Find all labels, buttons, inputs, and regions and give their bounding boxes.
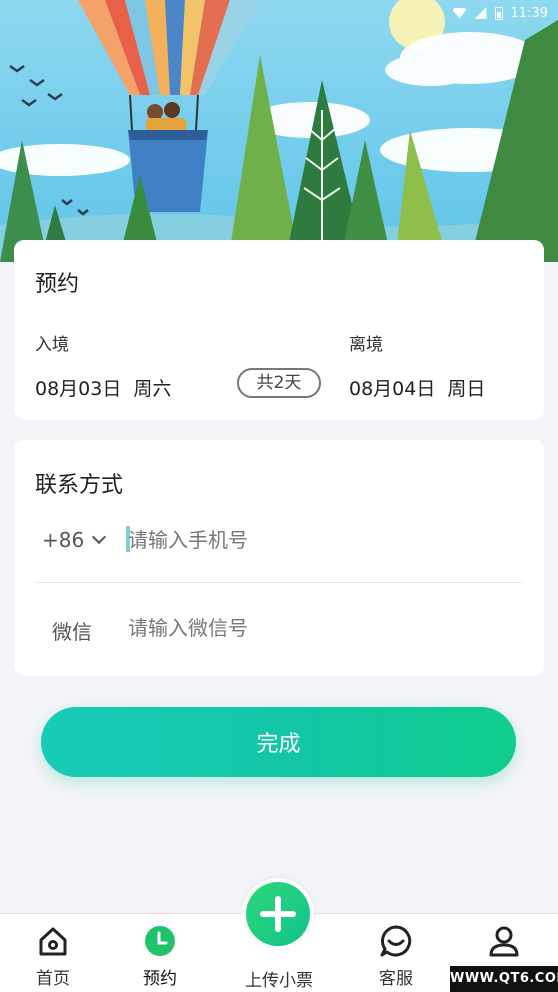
status-bar: 11:39 bbox=[0, 0, 558, 26]
nights-badge: 共2天 bbox=[237, 368, 321, 398]
home-icon bbox=[36, 924, 70, 962]
tab-customer-service[interactable]: 客服 bbox=[351, 914, 441, 992]
tab-booking[interactable]: 预约 bbox=[115, 914, 205, 992]
wechat-input[interactable] bbox=[128, 610, 508, 646]
watermark: WWW.QT6.COM bbox=[450, 966, 558, 992]
phone-input[interactable] bbox=[128, 522, 508, 558]
tab-label-service: 客服 bbox=[379, 969, 413, 989]
status-time: 11:39 bbox=[510, 5, 548, 21]
chat-icon bbox=[379, 924, 413, 962]
chevron-down-icon bbox=[92, 529, 107, 545]
divider bbox=[35, 582, 523, 583]
contact-card: 联系方式 +86 微信 bbox=[14, 440, 544, 676]
checkin-date[interactable]: 08月03日 周六 bbox=[35, 374, 171, 401]
checkin-label: 入境 bbox=[35, 335, 69, 355]
battery-icon bbox=[494, 6, 503, 20]
tab-label-upload: 上传小票 bbox=[245, 971, 313, 991]
clock-icon bbox=[143, 924, 177, 962]
country-code-selector[interactable]: +86 bbox=[42, 528, 107, 552]
wifi-icon bbox=[452, 7, 467, 19]
tab-label-booking: 预约 bbox=[143, 969, 177, 989]
submit-button[interactable]: 完成 bbox=[41, 707, 516, 777]
booking-card: 预约 入境 离境 08月03日 周六 共2天 08月04日 周日 bbox=[14, 240, 544, 420]
checkout-date[interactable]: 08月04日 周日 bbox=[349, 374, 485, 401]
upload-receipt-button[interactable] bbox=[242, 878, 314, 950]
user-icon bbox=[487, 924, 521, 962]
tab-label-home: 首页 bbox=[36, 969, 70, 989]
plus-icon bbox=[246, 882, 310, 946]
wechat-label: 微信 bbox=[52, 620, 92, 644]
country-code-value: +86 bbox=[42, 528, 85, 552]
checkout-label: 离境 bbox=[349, 335, 383, 355]
hero-illustration bbox=[0, 0, 558, 262]
tab-home[interactable]: 首页 bbox=[8, 914, 98, 992]
signal-icon bbox=[474, 7, 487, 19]
booking-title: 预约 bbox=[35, 272, 80, 297]
contact-title: 联系方式 bbox=[35, 473, 124, 498]
